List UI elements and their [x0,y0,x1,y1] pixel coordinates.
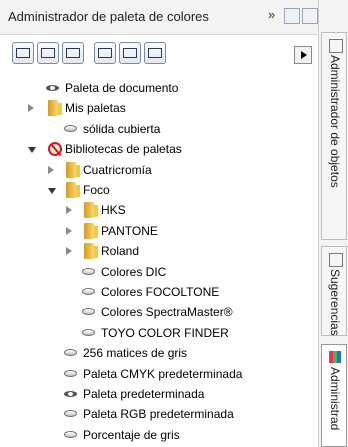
tree-item[interactable]: Mis paletas [0,98,318,118]
tree-item[interactable]: TOYO COLOR FINDER [0,323,318,343]
expand-arrow-icon[interactable] [66,206,72,215]
tree-item-label: 256 matices de gris [83,346,188,361]
tab-hints[interactable]: Sugerencias [321,246,347,336]
tree-item[interactable]: Foco [0,180,318,200]
eye-icon [64,391,77,397]
tree-item[interactable]: Colores SpectraMaster® [0,302,318,322]
new-palette-from-selection-icon[interactable] [37,42,59,64]
tab-object-manager-label: Administrador de objetos [328,55,342,188]
tab-color-palette-manager[interactable]: Administrad [321,344,347,447]
tree-item-label: Paleta predeterminada [83,387,205,401]
tree-item-label: Colores FOCOLTONE [101,285,220,299]
folder-icon [84,202,98,219]
tree-item-label: Mis paletas [65,101,126,116]
folder-icon [66,161,80,178]
tree-item-label: Paleta RGB predeterminada [83,407,234,422]
palette-icon [82,328,95,336]
tree-item-label: TOYO COLOR FINDER [101,325,229,340]
tab-color-palette-manager-label: Administrad [328,367,342,431]
tree-item[interactable]: Bibliotecas de paletas [0,139,318,159]
save-palette-icon[interactable] [144,42,166,64]
folder-icon [66,182,80,198]
tree-item-label: sólida cubierta [83,121,161,136]
palette-icon [82,288,95,295]
tab-hints-label: Sugerencias [328,269,342,336]
tree-item-label: Paleta de documento [65,81,179,95]
panel-title: Administrador de paleta de colores [8,9,209,24]
palette-icon [64,430,77,438]
tree-item-label: Roland [101,244,140,259]
eye-icon [46,85,59,91]
tree-item-label: Foco [83,183,110,197]
palette-icon [64,349,77,357]
expand-arrow-icon[interactable] [66,247,72,256]
tree-item-label: Bibliotecas de paletas [65,142,182,157]
tree-item[interactable]: 256 matices de gris [0,343,318,363]
palette-icon [64,124,77,132]
expand-panels-button[interactable]: » [268,7,275,22]
hints-icon [329,253,343,267]
new-palette-icon[interactable] [12,42,34,64]
tree-item[interactable]: Colores DIC [0,262,318,282]
tree-item-label: Cuatricromía [83,162,152,177]
palette-icon [82,267,95,275]
palette-icon [64,369,77,377]
open-palette-icon[interactable] [94,42,116,64]
tree-item[interactable]: sólida cubierta [0,119,318,139]
palette-icon [82,308,95,316]
tree-item[interactable]: Paleta predeterminada [0,384,318,404]
new-palette-from-document-icon[interactable] [62,42,84,64]
tree-item[interactable]: Paleta CMYK predeterminada [0,364,318,384]
palette-icon [64,410,77,418]
collapse-arrow-icon[interactable] [28,147,36,154]
tree-item-label: PANTONE [101,223,158,238]
tree-item[interactable]: Paleta RGB predeterminada [0,404,318,424]
palette-tree: Paleta de documento Mis paletas sólida cub… [0,78,318,447]
color-palette-manager-icon [329,351,341,363]
add-palette-icon[interactable] [119,42,141,64]
tree-item[interactable]: Porcentaje de gris [0,425,318,445]
flyout-menu-button[interactable] [294,46,312,64]
color-palette-manager-panel: Administrador de paleta de colores » Pal… [0,0,318,447]
tree-item[interactable]: PANTONE [0,221,318,241]
tab-object-manager[interactable]: Administrador de objetos [321,32,347,240]
docker-tab-strip: Administrador de objetos Sugerencias Adm… [318,0,348,447]
collapse-arrow-icon[interactable] [48,188,56,194]
expand-arrow-icon[interactable] [28,104,34,113]
palette-toolbar [0,35,318,75]
tree-item-label: Paleta CMYK predeterminada [83,366,243,381]
library-icon [48,142,62,157]
tree-item-label: Colores SpectraMaster® [101,305,233,320]
close-icon[interactable] [302,8,318,24]
tree-item[interactable]: Colores FOCOLTONE [0,282,318,302]
object-manager-icon [329,39,343,53]
expand-arrow-icon[interactable] [48,165,54,174]
tree-item-label: HKS [101,203,126,218]
expand-arrow-icon[interactable] [66,226,72,235]
folder-icon [84,243,98,260]
tree-item[interactable]: Roland [0,241,318,261]
folder-icon [48,100,62,117]
folder-icon [84,222,98,239]
panel-titlebar: Administrador de paleta de colores » [0,0,318,35]
tree-item[interactable]: Paleta de documento [0,78,318,98]
tree-item-label: Porcentaje de gris [83,427,180,442]
minimize-icon[interactable] [284,8,300,24]
tree-item[interactable]: Cuatricromía [0,160,318,180]
tree-item-label: Colores DIC [101,264,167,279]
tree-item[interactable]: HKS [0,200,318,220]
